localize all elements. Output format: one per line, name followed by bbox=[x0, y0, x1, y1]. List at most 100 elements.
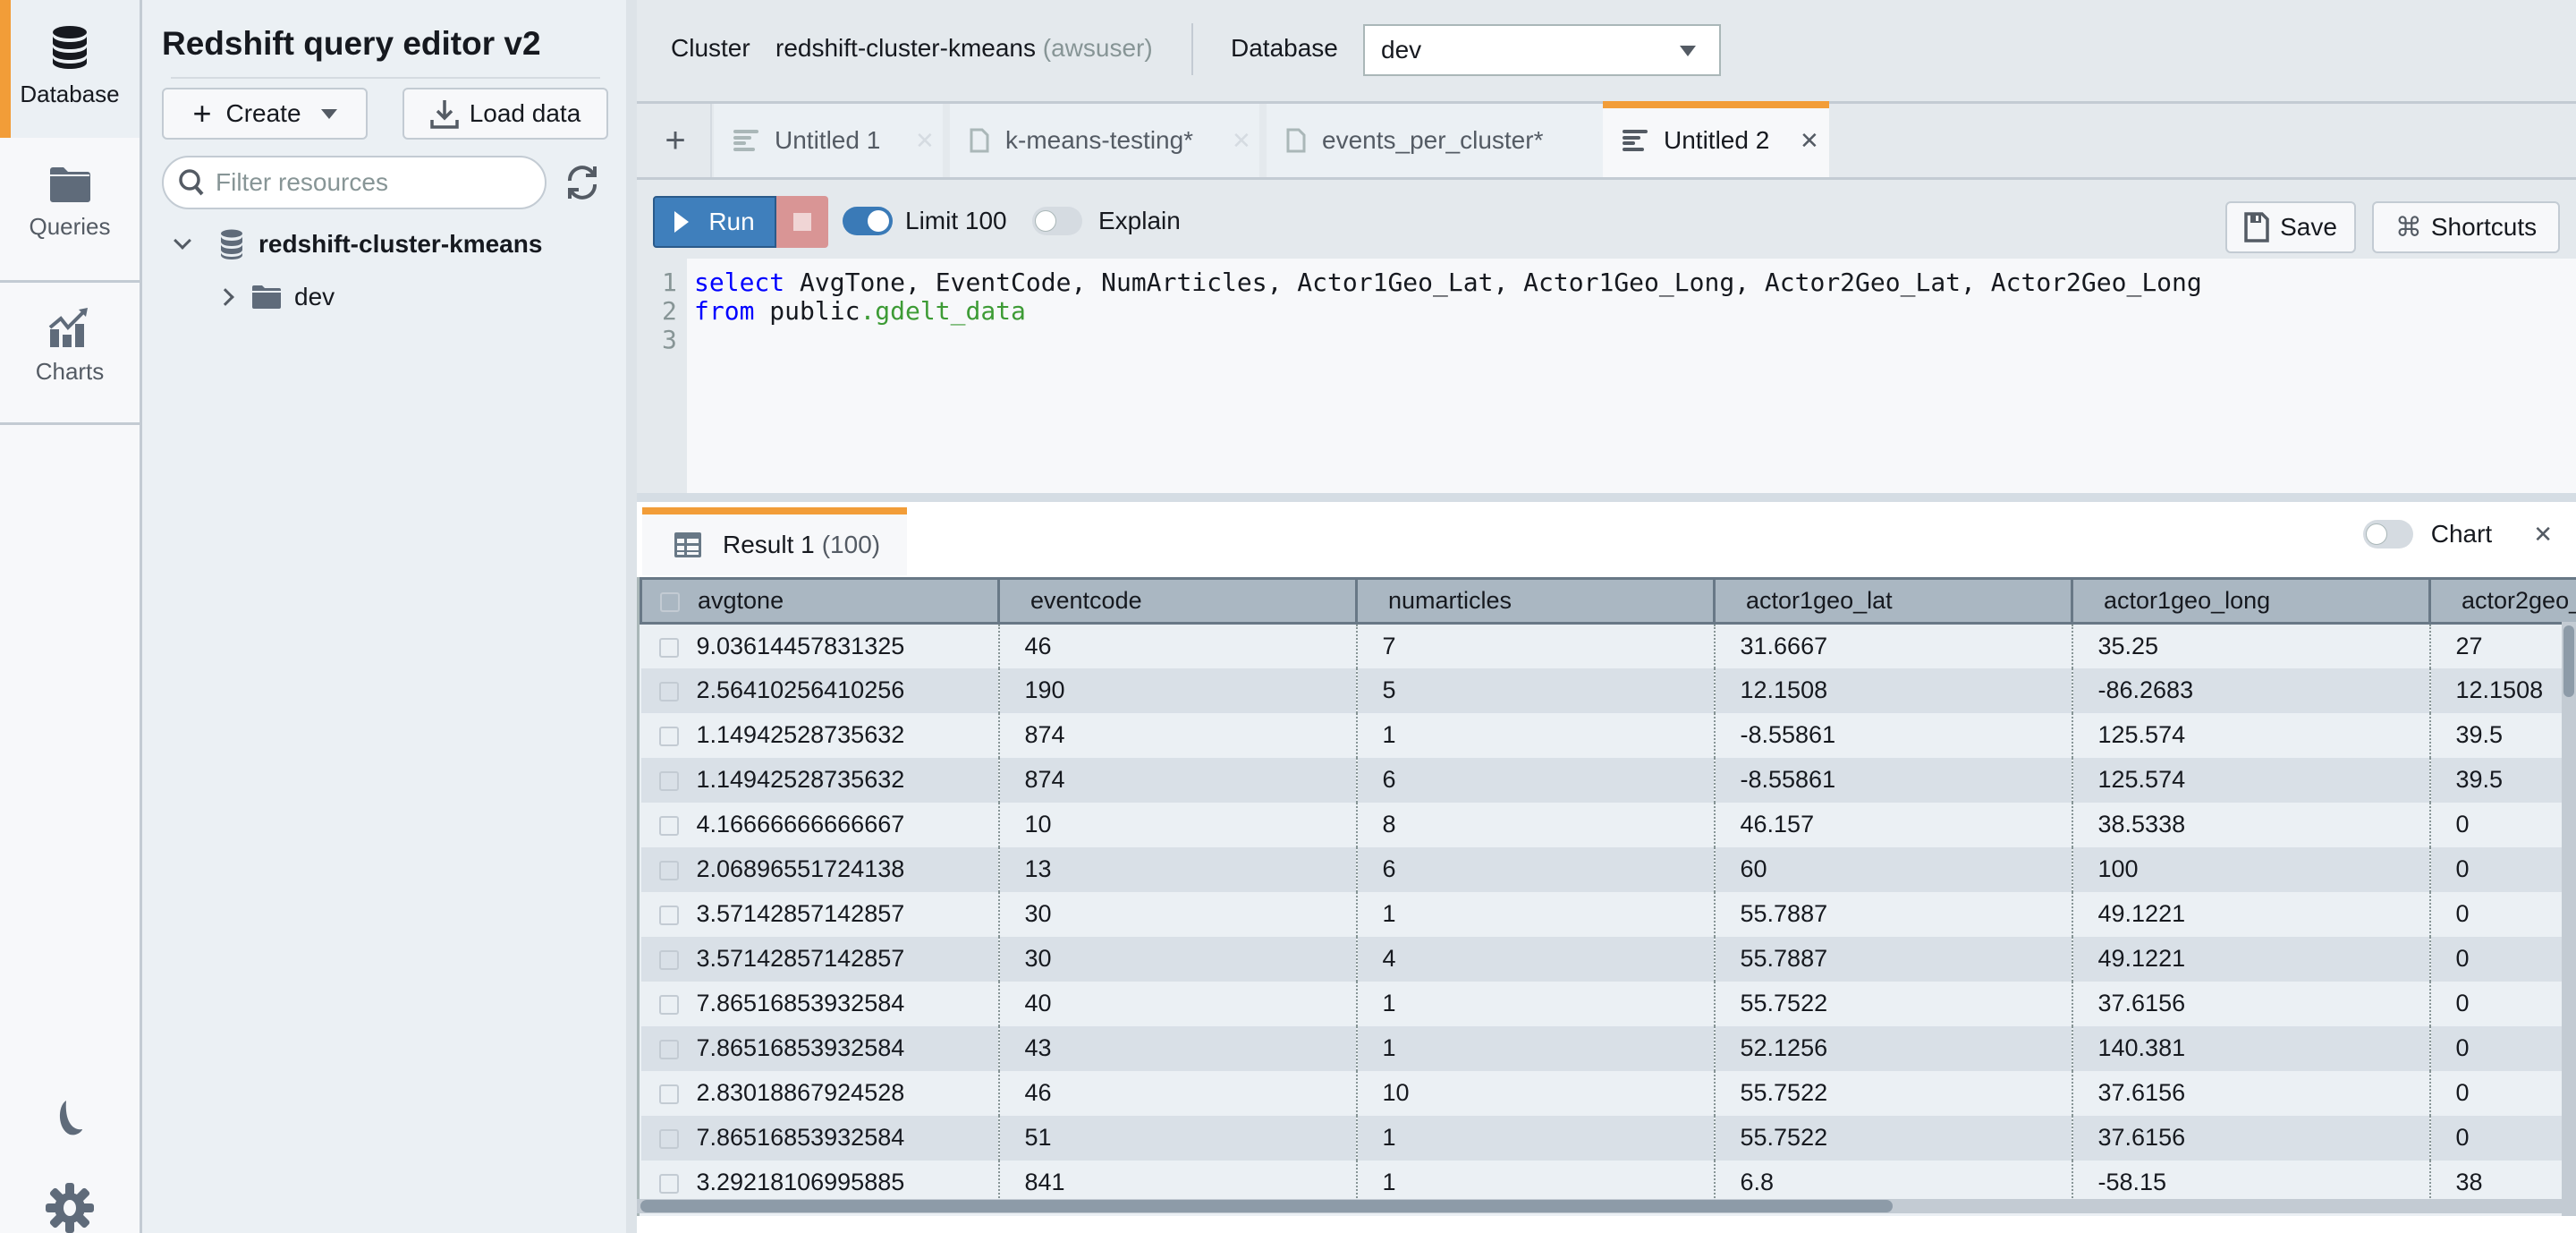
table-cell[interactable]: 55.7522 bbox=[1714, 981, 2073, 1026]
table-cell[interactable]: 10 bbox=[998, 802, 1358, 847]
chevron-down-icon[interactable] bbox=[174, 232, 191, 250]
table-cell[interactable]: 37.6156 bbox=[2072, 1115, 2431, 1161]
tree-item-database[interactable]: dev bbox=[216, 283, 335, 311]
table-cell[interactable]: 30 bbox=[998, 891, 1358, 937]
tree-item-cluster[interactable]: redshift-cluster-kmeans bbox=[174, 229, 542, 259]
table-cell[interactable]: 12.1508 bbox=[1714, 668, 2073, 713]
refresh-icon[interactable] bbox=[563, 163, 602, 202]
table-cell[interactable]: 12.1508 bbox=[2429, 668, 2576, 713]
table-cell[interactable]: 1 bbox=[1356, 1025, 1716, 1071]
table-cell[interactable]: 38.5338 bbox=[2072, 802, 2431, 847]
close-tab-icon[interactable]: ✕ bbox=[1800, 127, 1819, 155]
table-cell[interactable]: 3.57142857142857 bbox=[640, 936, 1000, 982]
table-cell[interactable]: 0 bbox=[2429, 981, 2576, 1026]
table-cell[interactable]: 6 bbox=[1356, 757, 1716, 803]
table-cell[interactable]: 7.86516853932584 bbox=[640, 981, 1000, 1026]
table-cell[interactable]: 100 bbox=[2072, 846, 2431, 892]
table-cell[interactable]: -86.2683 bbox=[2072, 668, 2431, 713]
table-cell[interactable]: 1 bbox=[1356, 1115, 1716, 1161]
table-cell[interactable]: 46 bbox=[998, 1070, 1358, 1116]
table-cell[interactable]: 1 bbox=[1356, 1160, 1716, 1205]
column-header-numarticles[interactable]: numarticles bbox=[1355, 577, 1716, 625]
chart-toggle[interactable] bbox=[2362, 520, 2413, 548]
shortcuts-button[interactable]: ⌘ Shortcuts bbox=[2372, 201, 2560, 253]
database-select[interactable]: dev bbox=[1363, 24, 1721, 76]
table-cell[interactable]: 1.14942528735632 bbox=[640, 757, 1000, 803]
create-button[interactable]: + Create bbox=[162, 88, 368, 140]
table-cell[interactable]: 2.56410256410256 bbox=[640, 668, 1000, 713]
column-header-actor2geo[interactable]: actor2geo_ bbox=[2428, 577, 2576, 625]
row-checkbox[interactable] bbox=[658, 949, 679, 970]
row-checkbox[interactable] bbox=[658, 1039, 679, 1059]
table-cell[interactable]: 0 bbox=[2429, 1115, 2576, 1161]
table-cell[interactable]: 5 bbox=[1356, 668, 1716, 713]
table-cell[interactable]: -8.55861 bbox=[1714, 712, 2073, 758]
scrollbar-thumb[interactable] bbox=[2563, 625, 2574, 697]
stop-button[interactable] bbox=[776, 196, 828, 248]
table-row[interactable]: 7.86516853932584 43 1 52.1256 140.381 0 bbox=[640, 1025, 2576, 1071]
table-row[interactable]: 9.03614457831325 46 7 31.6667 35.25 27 bbox=[640, 623, 2576, 668]
table-cell[interactable]: 43 bbox=[998, 1025, 1358, 1071]
row-checkbox[interactable] bbox=[658, 770, 679, 791]
table-cell[interactable]: 46.157 bbox=[1714, 802, 2073, 847]
table-row[interactable]: 1.14942528735632 874 1 -8.55861 125.574 39.5 bbox=[640, 712, 2576, 758]
table-cell[interactable]: 3.57142857142857 bbox=[640, 891, 1000, 937]
table-cell[interactable]: 55.7522 bbox=[1714, 1070, 2073, 1116]
scrollbar-thumb[interactable] bbox=[640, 1200, 1893, 1212]
row-checkbox[interactable] bbox=[658, 815, 679, 836]
table-cell[interactable]: 1 bbox=[1356, 712, 1716, 758]
table-cell[interactable]: 841 bbox=[998, 1160, 1358, 1205]
horizontal-scrollbar[interactable] bbox=[637, 1199, 2576, 1213]
close-results-icon[interactable]: ✕ bbox=[2533, 521, 2553, 548]
table-cell[interactable]: 49.1221 bbox=[2072, 936, 2431, 982]
table-cell[interactable]: 8 bbox=[1356, 802, 1716, 847]
new-tab-button[interactable]: + bbox=[640, 104, 712, 177]
table-cell[interactable]: 0 bbox=[2429, 846, 2576, 892]
table-row[interactable]: 4.16666666666667 10 8 46.157 38.5338 0 bbox=[640, 802, 2576, 847]
table-cell[interactable]: 4.16666666666667 bbox=[640, 802, 1000, 847]
table-row[interactable]: 3.57142857142857 30 4 55.7887 49.1221 0 bbox=[640, 936, 2576, 982]
column-header-actor1geo_long[interactable]: actor1geo_long bbox=[2071, 577, 2431, 625]
row-checkbox[interactable] bbox=[658, 637, 679, 658]
table-cell[interactable]: 51 bbox=[998, 1115, 1358, 1161]
table-row[interactable]: 3.29218106995885 841 1 6.8 -58.15 38 bbox=[640, 1160, 2576, 1205]
tab-untitled-1[interactable]: Untitled 1 ✕ bbox=[714, 104, 946, 177]
select-all-checkbox[interactable] bbox=[660, 591, 680, 612]
table-cell[interactable]: 0 bbox=[2429, 936, 2576, 982]
result-tab-1[interactable]: Result 1 (100) bbox=[642, 507, 907, 575]
table-cell[interactable]: 49.1221 bbox=[2072, 891, 2431, 937]
table-cell[interactable]: 37.6156 bbox=[2072, 1070, 2431, 1116]
table-cell[interactable]: 7 bbox=[1356, 623, 1716, 668]
table-row[interactable]: 3.57142857142857 30 1 55.7887 49.1221 0 bbox=[640, 891, 2576, 937]
table-cell[interactable]: 874 bbox=[998, 757, 1358, 803]
table-cell[interactable]: 55.7887 bbox=[1714, 936, 2073, 982]
row-checkbox[interactable] bbox=[658, 681, 679, 702]
filter-resources-input[interactable] bbox=[216, 168, 538, 197]
table-cell[interactable]: 10 bbox=[1356, 1070, 1716, 1116]
table-cell[interactable]: 0 bbox=[2429, 891, 2576, 937]
filter-resources-field[interactable] bbox=[162, 156, 547, 209]
column-header-eventcode[interactable]: eventcode bbox=[997, 577, 1358, 625]
run-button[interactable]: Run bbox=[653, 196, 776, 248]
table-cell[interactable]: 13 bbox=[998, 846, 1358, 892]
close-tab-icon[interactable]: ✕ bbox=[915, 127, 935, 155]
column-header-actor1geo_lat[interactable]: actor1geo_lat bbox=[1713, 577, 2073, 625]
row-checkbox[interactable] bbox=[658, 1173, 679, 1194]
chevron-right-icon[interactable] bbox=[216, 288, 234, 306]
editor-results-resize-handle[interactable] bbox=[637, 493, 2576, 502]
row-checkbox[interactable] bbox=[658, 994, 679, 1015]
table-cell[interactable]: 27 bbox=[2429, 623, 2576, 668]
row-checkbox[interactable] bbox=[658, 905, 679, 925]
explain-toggle[interactable] bbox=[1032, 207, 1082, 235]
table-cell[interactable]: 31.6667 bbox=[1714, 623, 2073, 668]
panel-resize-handle[interactable] bbox=[626, 0, 637, 1233]
table-cell[interactable]: 38 bbox=[2429, 1160, 2576, 1205]
table-row[interactable]: 7.86516853932584 51 1 55.7522 37.6156 0 bbox=[640, 1115, 2576, 1161]
table-cell[interactable]: 6.8 bbox=[1714, 1160, 2073, 1205]
tab-untitled-2[interactable]: Untitled 2 ✕ bbox=[1603, 101, 1829, 177]
table-cell[interactable]: 55.7522 bbox=[1714, 1115, 2073, 1161]
rail-item-charts[interactable]: Charts bbox=[0, 308, 140, 406]
rail-item-queries[interactable]: Queries bbox=[0, 166, 140, 265]
settings-button[interactable] bbox=[0, 1183, 140, 1233]
table-cell[interactable]: 0 bbox=[2429, 1070, 2576, 1116]
